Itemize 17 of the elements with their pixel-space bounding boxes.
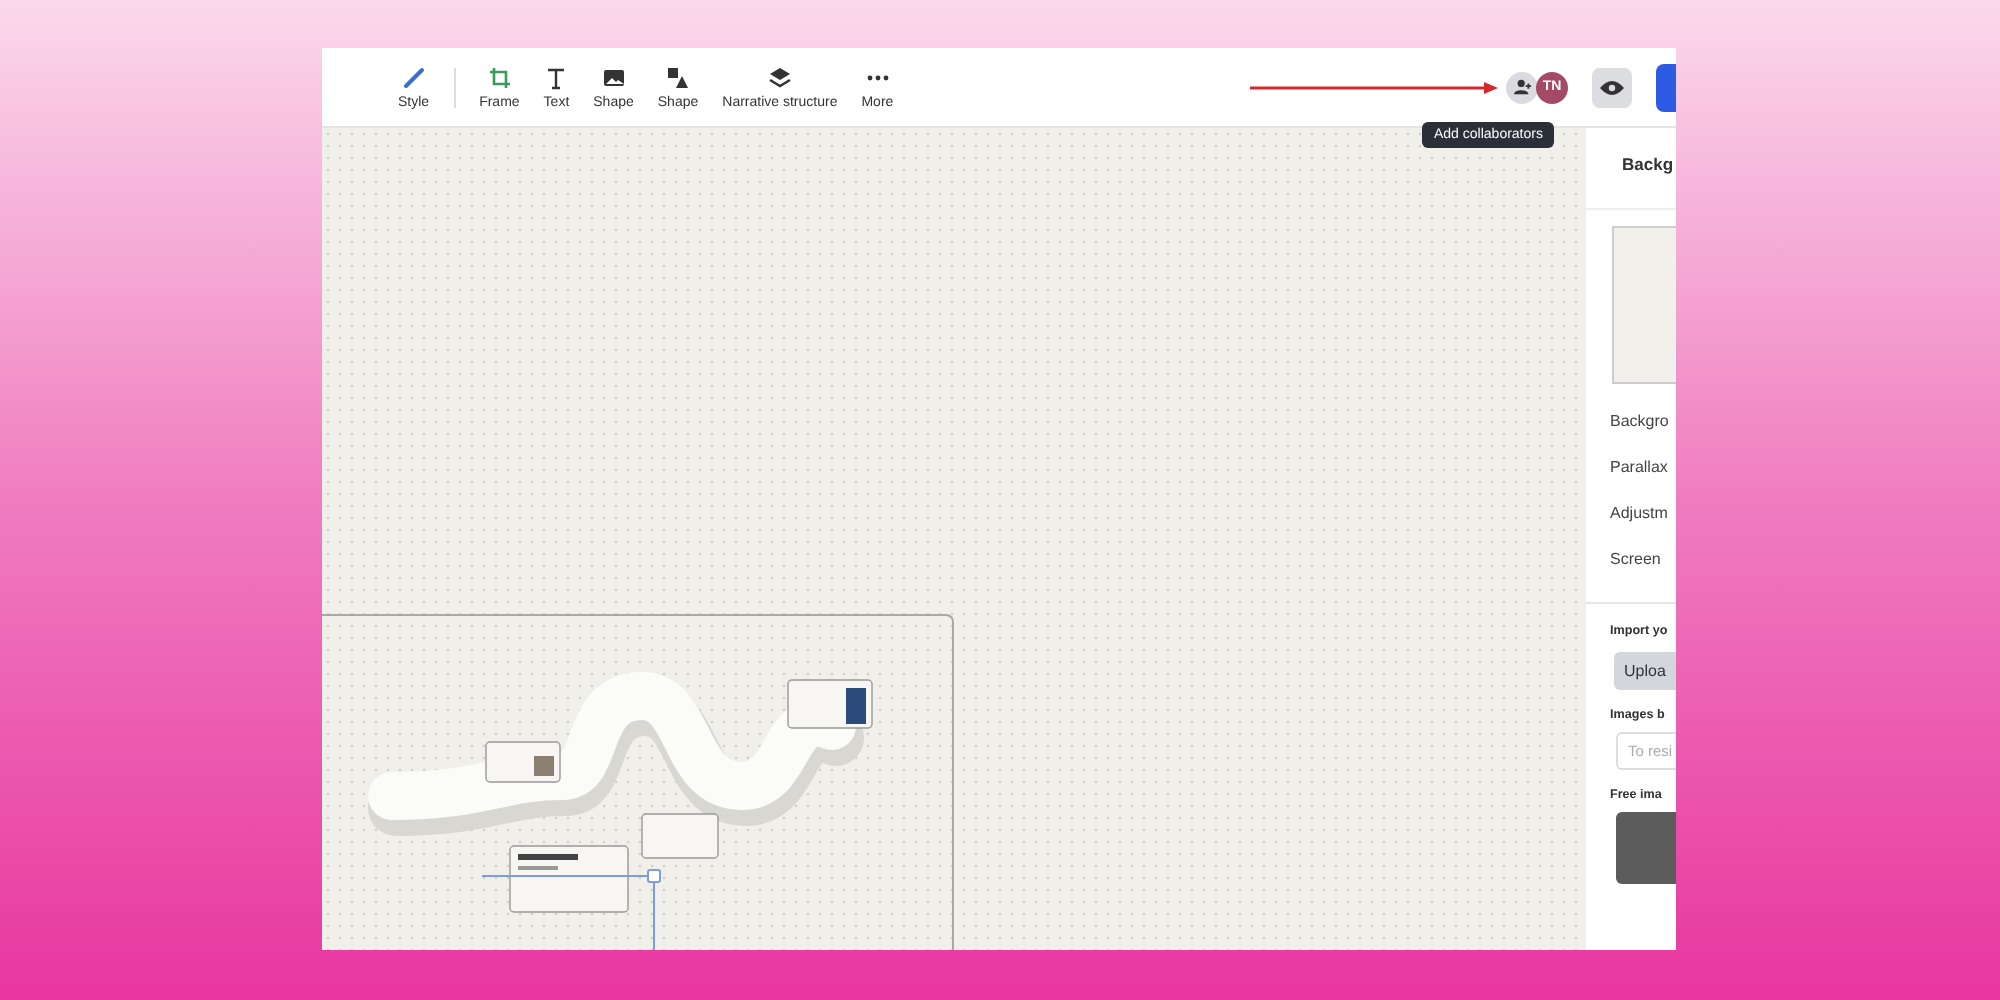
shapes-icon	[666, 65, 691, 89]
text-icon	[544, 65, 569, 89]
setting-label[interactable]: Screen	[1610, 550, 1676, 568]
image-icon	[601, 65, 626, 89]
setting-label[interactable]: Adjustm	[1610, 504, 1676, 522]
setting-label[interactable]: Backgro	[1610, 412, 1676, 430]
preview-button[interactable]	[1592, 67, 1632, 107]
panel-title: Backg	[1586, 128, 1676, 210]
upload-button[interactable]: Uploa	[1614, 652, 1676, 690]
layers-icon	[767, 65, 792, 89]
person-icon	[1513, 78, 1531, 96]
pen-icon	[401, 65, 426, 89]
eye-icon	[1600, 79, 1624, 95]
frame-icon	[487, 65, 512, 89]
image-thumbnail[interactable]	[1616, 812, 1676, 884]
setting-label[interactable]: Parallax	[1610, 458, 1676, 476]
add-collaborator-button[interactable]	[1506, 71, 1538, 103]
